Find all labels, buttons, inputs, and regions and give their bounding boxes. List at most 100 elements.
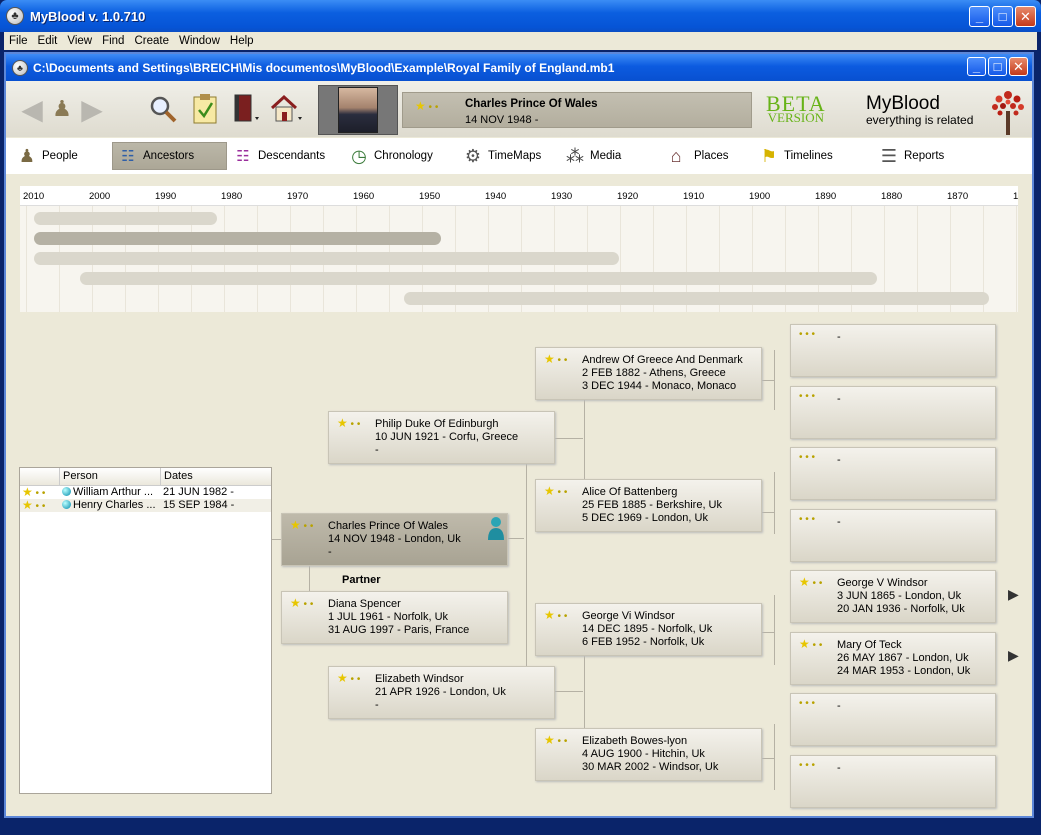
lifespan-bar[interactable]: [80, 272, 877, 285]
rating-stars-icon: • • •: [799, 698, 816, 709]
menu-file[interactable]: File: [4, 35, 33, 47]
menu-edit[interactable]: Edit: [33, 35, 63, 47]
close-button[interactable]: ✕: [1015, 6, 1036, 27]
expand-right-icon[interactable]: ▶: [1008, 586, 1019, 603]
tab-people[interactable]: ♟ People: [12, 142, 102, 170]
person-birth: 4 AUG 1900 - Hitchin, Uk: [582, 748, 705, 760]
person-card-maternal-grandfather[interactable]: ★ • • George Vi Windsor 14 DEC 1895 - No…: [535, 603, 762, 656]
list-item[interactable]: ★ • • William Arthur ... 21 JUN 1982 -: [20, 486, 271, 499]
person-card-paternal-grandfather[interactable]: ★ • • Andrew Of Greece And Denmark 2 FEB…: [535, 347, 762, 400]
bookmark-dropdown-icon[interactable]: [230, 91, 264, 127]
year-tick: 1890: [815, 191, 837, 202]
col-dates[interactable]: Dates: [161, 468, 271, 485]
rating-stars-icon: ★ • •: [337, 671, 361, 685]
person-death: -: [375, 444, 379, 456]
person-card-partner[interactable]: ★ • • Diana Spencer 1 JUL 1961 - Norfolk…: [281, 591, 508, 644]
tree-logo-icon: [992, 91, 1024, 135]
person-name: -: [837, 516, 841, 528]
maximize-button[interactable]: □: [992, 6, 1013, 27]
menu-find[interactable]: Find: [97, 35, 129, 47]
tab-reports[interactable]: ☰ Reports: [874, 142, 974, 170]
person-card-great-grandmother[interactable]: ★ • • Mary Of Teck 26 MAY 1867 - London,…: [790, 632, 996, 685]
person-card-paternal-grandmother[interactable]: ★ • • Alice Of Battenberg 25 FEB 1885 - …: [535, 479, 762, 532]
rating-stars-icon: ★ • •: [415, 99, 439, 113]
current-person-name: Charles Prince Of Wales: [465, 98, 598, 110]
menu-view[interactable]: View: [62, 35, 97, 47]
person-name: -: [837, 331, 841, 343]
lifespan-timeline[interactable]: 2010 2000 1990 1980 1970 1960 1950 1940 …: [20, 186, 1018, 312]
forward-arrow-icon[interactable]: ▶: [78, 91, 106, 127]
person-death: -: [375, 699, 379, 711]
document-titlebar[interactable]: ♣ C:\Documents and Settings\BREICH\Mis d…: [6, 54, 1032, 81]
children-list[interactable]: Person Dates ★ • • William Arthur ... 21…: [19, 467, 272, 794]
tab-label: Media: [590, 150, 622, 162]
person-card-empty[interactable]: • • • -: [790, 755, 996, 808]
tab-descendants[interactable]: ☷ Descendants: [228, 142, 338, 170]
rating-stars-icon: ★ • •: [799, 637, 823, 651]
year-tick: 1880: [881, 191, 903, 202]
lifespan-bar[interactable]: [34, 212, 217, 225]
checklist-icon[interactable]: [188, 91, 222, 127]
tab-places[interactable]: ⌂ Places: [658, 142, 758, 170]
tab-timelines[interactable]: ⚑ Timelines: [754, 142, 864, 170]
person-card-empty[interactable]: • • • -: [790, 386, 996, 439]
back-arrow-icon[interactable]: ◀: [18, 91, 46, 127]
menu-create[interactable]: Create: [129, 35, 174, 47]
document-path: C:\Documents and Settings\BREICH\Mis doc…: [33, 60, 615, 75]
menu-help[interactable]: Help: [225, 35, 259, 47]
doc-maximize-button[interactable]: □: [988, 57, 1007, 76]
search-icon[interactable]: [146, 91, 180, 127]
app-tree-icon: ♣: [6, 7, 24, 25]
rating-stars-icon: • • •: [799, 760, 816, 771]
lifespan-bar[interactable]: [34, 252, 619, 265]
list-header: Person Dates: [20, 468, 271, 486]
year-tick: 1980: [221, 191, 243, 202]
year-tick: 1910: [683, 191, 705, 202]
person-name: -: [837, 762, 841, 774]
person-card-root[interactable]: ★ • • Charles Prince Of Wales 14 NOV 194…: [281, 513, 508, 566]
tab-ancestors[interactable]: ☷ Ancestors: [112, 142, 227, 170]
rating-stars-icon: ★ • •: [22, 499, 46, 512]
person-card-great-grandfather[interactable]: ★ • • George V Windsor 3 JUN 1865 - Lond…: [790, 570, 996, 623]
person-icon[interactable]: ♟: [48, 91, 76, 127]
col-person[interactable]: Person: [60, 468, 161, 485]
person-card-maternal-grandmother[interactable]: ★ • • Elizabeth Bowes-lyon 4 AUG 1900 - …: [535, 728, 762, 781]
lifespan-bar[interactable]: [404, 292, 989, 305]
clock-icon: ◷: [351, 145, 367, 166]
home-dropdown-icon[interactable]: [268, 91, 306, 127]
person-death: 6 FEB 1952 - Norfolk, Uk: [582, 636, 705, 648]
person-photo[interactable]: [318, 85, 398, 135]
person-card-father[interactable]: ★ • • Philip Duke Of Edinburgh 10 JUN 19…: [328, 411, 555, 464]
view-tabs: ♟ People ☷ Ancestors ☷ Descendants ◷ Chronol…: [6, 138, 1032, 174]
tab-media[interactable]: ⁂ Media: [560, 142, 660, 170]
person-card-empty[interactable]: • • • -: [790, 509, 996, 562]
list-item[interactable]: ★ • • Henry Charles ... 15 SEP 1984 -: [20, 499, 271, 512]
menu-window[interactable]: Window: [174, 35, 225, 47]
tab-label: TimeMaps: [488, 150, 542, 162]
tab-chronology[interactable]: ◷ Chronology: [344, 142, 454, 170]
media-icon: ⁂: [566, 145, 584, 166]
col-rating[interactable]: [20, 468, 60, 485]
year-tick: 1930: [551, 191, 573, 202]
person-name: -: [837, 393, 841, 405]
person-card-mother[interactable]: ★ • • Elizabeth Windsor 21 APR 1926 - Lo…: [328, 666, 555, 719]
app-titlebar[interactable]: ♣ MyBlood v. 1.0.710 _ □ ✕: [0, 0, 1041, 32]
doc-close-button[interactable]: ✕: [1009, 57, 1028, 76]
current-person-box[interactable]: ★ • • Charles Prince Of Wales 14 NOV 194…: [402, 92, 752, 128]
person-card-empty[interactable]: • • • -: [790, 324, 996, 377]
person-card-empty[interactable]: • • • -: [790, 693, 996, 746]
list-person-name: William Arthur ...: [73, 486, 154, 498]
person-birth: 1 JUL 1961 - Norfolk, Uk: [328, 611, 449, 623]
rating-stars-icon: ★ • •: [544, 484, 568, 498]
house-icon: ⌂: [670, 145, 682, 166]
minimize-button[interactable]: _: [969, 6, 990, 27]
doc-minimize-button[interactable]: _: [967, 57, 986, 76]
year-tick: 1970: [287, 191, 309, 202]
lifespan-bar-selected[interactable]: [34, 232, 441, 245]
tab-timemaps[interactable]: ⚙ TimeMaps: [458, 142, 558, 170]
person-card-empty[interactable]: • • • -: [790, 447, 996, 500]
flag-icon: ⚑: [760, 145, 778, 166]
bottom-frame: [0, 818, 1041, 835]
person-birth: 10 JUN 1921 - Corfu, Greece: [375, 431, 519, 443]
expand-right-icon[interactable]: ▶: [1008, 647, 1019, 664]
